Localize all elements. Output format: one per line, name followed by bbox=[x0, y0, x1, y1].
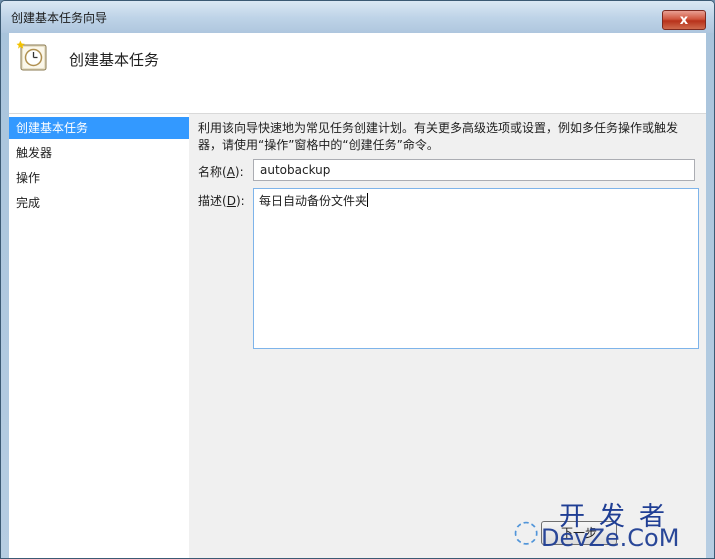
sidebar-item-trigger[interactable]: 触发器 bbox=[9, 142, 189, 164]
sidebar-item-create-task[interactable]: 创建基本任务 bbox=[9, 117, 189, 139]
wizard-window: 创建基本任务向导 x 创建基本任务 创建基本任务 触发器 操作 完成 利用该向导… bbox=[0, 0, 715, 559]
wizard-header: 创建基本任务 bbox=[9, 33, 706, 114]
watermark-line2: DevZe.CoM bbox=[541, 524, 680, 552]
title-bar[interactable]: 创建基本任务向导 x bbox=[1, 1, 714, 33]
intro-text: 利用该向导快速地为常见任务创建计划。有关更多高级选项或设置，例如多任务操作或触发… bbox=[198, 121, 679, 152]
wizard-steps-sidebar: 创建基本任务 触发器 操作 完成 bbox=[9, 114, 189, 558]
close-button[interactable]: x bbox=[662, 10, 706, 30]
wizard-content: 利用该向导快速地为常见任务创建计划。有关更多高级选项或设置，例如多任务操作或触发… bbox=[189, 114, 706, 558]
sidebar-item-action[interactable]: 操作 bbox=[9, 167, 189, 189]
task-scheduler-clock-icon bbox=[16, 40, 47, 71]
description-field[interactable]: 每日自动备份文件夹 bbox=[253, 188, 699, 349]
description-label: 描述(D): bbox=[198, 194, 245, 208]
page-title: 创建基本任务 bbox=[69, 51, 160, 69]
window-title: 创建基本任务向导 bbox=[11, 11, 108, 25]
close-icon: x bbox=[679, 12, 689, 28]
text-caret bbox=[367, 193, 369, 207]
watermark: ◌ 开发者 DevZe.CoM bbox=[511, 496, 711, 556]
sidebar-item-finish[interactable]: 完成 bbox=[9, 192, 189, 214]
watermark-logo-icon: ◌ bbox=[513, 514, 540, 549]
name-label: 名称(A): bbox=[198, 165, 244, 179]
name-field[interactable]: autobackup bbox=[253, 159, 695, 181]
client-area: 创建基本任务 创建基本任务 触发器 操作 完成 利用该向导快速地为常见任务创建计… bbox=[9, 33, 706, 558]
